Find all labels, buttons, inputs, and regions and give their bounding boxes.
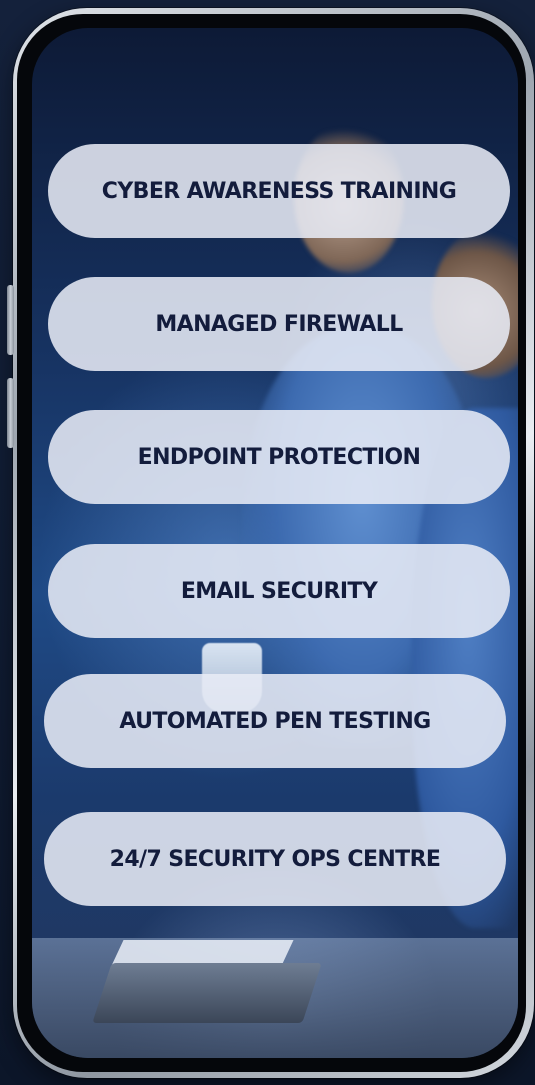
service-button-security-ops-centre[interactable]: 24/7 SECURITY OPS CENTRE (44, 812, 506, 906)
service-list: CYBER AWARENESS TRAINING MANAGED FIREWAL… (32, 28, 518, 1058)
service-button-email-security[interactable]: EMAIL SECURITY (48, 544, 510, 638)
phone-screen: CYBER AWARENESS TRAINING MANAGED FIREWAL… (32, 28, 518, 1058)
service-label: MANAGED FIREWALL (155, 311, 403, 337)
phone-volume-down-button (7, 378, 14, 448)
service-button-cyber-awareness-training[interactable]: CYBER AWARENESS TRAINING (48, 144, 510, 238)
service-label: 24/7 SECURITY OPS CENTRE (109, 846, 441, 872)
phone-volume-up-button (7, 285, 14, 355)
service-label: ENDPOINT PROTECTION (137, 444, 421, 470)
service-button-endpoint-protection[interactable]: ENDPOINT PROTECTION (48, 410, 510, 504)
service-button-automated-pen-testing[interactable]: AUTOMATED PEN TESTING (44, 674, 506, 768)
service-label: AUTOMATED PEN TESTING (119, 708, 431, 734)
service-button-managed-firewall[interactable]: MANAGED FIREWALL (48, 277, 510, 371)
service-label: EMAIL SECURITY (180, 578, 378, 604)
service-label: CYBER AWARENESS TRAINING (101, 178, 457, 204)
page-background: CYBER AWARENESS TRAINING MANAGED FIREWAL… (0, 0, 535, 1085)
